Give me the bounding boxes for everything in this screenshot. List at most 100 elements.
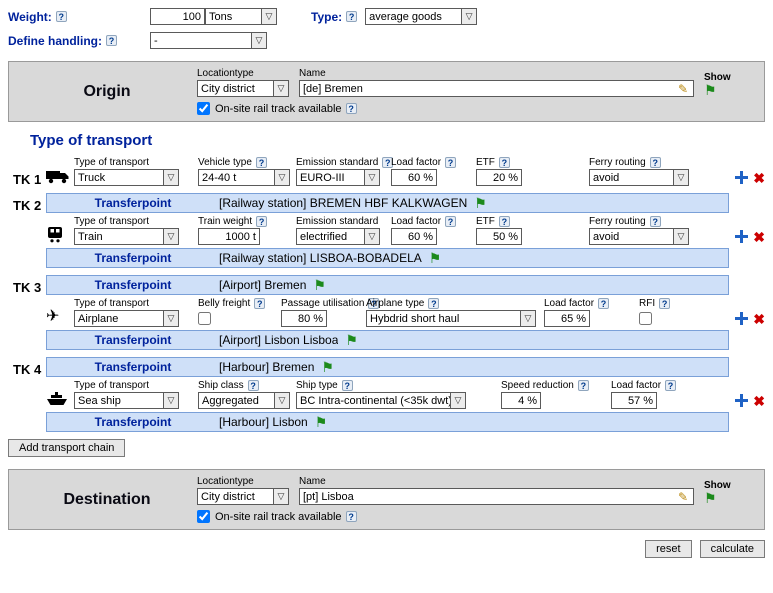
airplane-icon: ✈ (46, 309, 74, 327)
calculate-button[interactable]: calculate (700, 540, 765, 558)
tk1-type-of-transport-select[interactable]: Truck▽ (74, 169, 179, 186)
origin-locationtype-select[interactable]: City district ▽ (197, 80, 289, 97)
origin-rail-track-checkbox[interactable] (197, 102, 210, 115)
field-label: Belly freight? (198, 298, 281, 309)
destination-rail-track-label: On-site rail track available (215, 511, 342, 523)
show-on-map-flag-icon[interactable]: ⚑ (704, 83, 717, 97)
help-icon[interactable]: ? (659, 298, 670, 309)
tk2-load-factor-input[interactable]: 60% (391, 228, 437, 245)
help-icon[interactable]: ? (578, 380, 589, 391)
show-on-map-flag-icon[interactable]: ⚑ (321, 360, 334, 374)
goods-type-select[interactable]: average goods ▽ (365, 8, 477, 25)
tk3-passage-utilisation-input[interactable]: 80% (281, 310, 327, 327)
tk4-ship-type-select[interactable]: BC Intra-continental (<35k dwt)▽ (296, 392, 466, 409)
tk2-emission-standard-select[interactable]: electrified▽ (296, 228, 380, 245)
delete-chain-icon[interactable]: ✖ (753, 230, 765, 244)
field-label: Load factor? (544, 298, 639, 309)
origin-name-field[interactable] (303, 83, 676, 95)
show-on-map-flag-icon[interactable]: ⚑ (315, 415, 328, 429)
transferpoint-value: [Harbour] Bremen (219, 360, 314, 374)
delete-chain-icon[interactable]: ✖ (753, 312, 765, 326)
help-icon[interactable]: ? (346, 11, 357, 22)
help-icon[interactable]: ? (346, 511, 357, 522)
add-leg-icon[interactable] (734, 170, 749, 185)
delete-chain-icon[interactable]: ✖ (753, 394, 765, 408)
add-leg-icon[interactable] (734, 393, 749, 408)
tk4-type-of-transport-select[interactable]: Sea ship▽ (74, 392, 179, 409)
help-icon[interactable]: ? (56, 11, 67, 22)
show-on-map-flag-icon[interactable]: ⚑ (704, 491, 717, 505)
help-icon[interactable]: ? (665, 380, 676, 391)
tk2-ferry-routing-select[interactable]: avoid▽ (589, 228, 689, 245)
field-label: Passage utilisation? (281, 298, 366, 309)
help-icon[interactable]: ? (650, 157, 661, 168)
weight-unit-select[interactable]: Tons ▽ (205, 8, 277, 25)
field-label: Ferry routing? (589, 157, 696, 168)
tk3-airplane-type-select[interactable]: Hybdrid short haul▽ (366, 310, 536, 327)
add-leg-icon[interactable] (734, 311, 749, 326)
help-icon[interactable]: ? (499, 157, 510, 168)
show-on-map-flag-icon[interactable]: ⚑ (313, 278, 326, 292)
help-icon[interactable]: ? (650, 216, 661, 227)
locationtype-label: Locationtype (197, 476, 289, 487)
tk1-ferry-routing-select[interactable]: avoid▽ (589, 169, 689, 186)
field-label: Emission standard? (296, 157, 391, 168)
define-handling-label-text: Define handling: (8, 34, 102, 48)
origin-rail-track-label: On-site rail track available (215, 103, 342, 115)
add-transport-chain-button[interactable]: Add transport chain (8, 439, 125, 457)
tk4-ship-class-select[interactable]: Aggregated▽ (198, 392, 290, 409)
tk2-type-of-transport-select[interactable]: Train▽ (74, 228, 179, 245)
chevron-down-icon: ▽ (273, 81, 288, 96)
edit-pencil-icon[interactable]: ✎ (676, 82, 690, 96)
origin-name-input[interactable]: ✎ (299, 80, 694, 97)
help-icon[interactable]: ? (248, 380, 259, 391)
help-icon[interactable]: ? (428, 298, 439, 309)
transport-chain-2: TK 2 Transferpoint [Railway station] BRE… (8, 193, 765, 268)
help-icon[interactable]: ? (598, 298, 609, 309)
destination-name-field[interactable] (303, 491, 676, 503)
destination-title: Destination (17, 491, 197, 509)
help-icon[interactable]: ? (346, 103, 357, 114)
tk2-train-weight-input[interactable]: 1000 t (198, 228, 260, 245)
tk1-vehicle-type-select[interactable]: 24-40 t▽ (198, 169, 290, 186)
show-on-map-flag-icon[interactable]: ⚑ (429, 251, 442, 265)
help-icon[interactable]: ? (445, 157, 456, 168)
tk1-etf-input[interactable]: 20% (476, 169, 522, 186)
chevron-down-icon: ▽ (163, 311, 178, 326)
help-icon[interactable]: ? (254, 298, 265, 309)
tk4-speed-reduction-input[interactable]: 4% (501, 392, 541, 409)
weight-input[interactable] (150, 8, 205, 25)
tk2-etf-input[interactable]: 50% (476, 228, 522, 245)
destination-name-input[interactable]: ✎ (299, 488, 694, 505)
define-handling-label: Define handling: ? (8, 34, 150, 48)
help-icon[interactable]: ? (342, 380, 353, 391)
destination-locationtype-select[interactable]: City district ▽ (197, 488, 289, 505)
tk3-rfi-checkbox[interactable] (639, 312, 652, 325)
weight-input-field[interactable] (154, 11, 201, 23)
help-icon[interactable]: ? (445, 216, 456, 227)
show-on-map-flag-icon[interactable]: ⚑ (474, 196, 487, 210)
field-label: Type of transport (74, 157, 198, 168)
add-leg-icon[interactable] (734, 229, 749, 244)
field-label: RFI? (639, 298, 699, 309)
reset-button[interactable]: reset (645, 540, 691, 558)
delete-chain-icon[interactable]: ✖ (753, 171, 765, 185)
tk3-belly-freight-checkbox[interactable] (198, 312, 211, 325)
edit-pencil-icon[interactable]: ✎ (676, 490, 690, 504)
define-handling-select[interactable]: - ▽ (150, 32, 267, 49)
help-icon[interactable]: ? (256, 216, 267, 227)
chevron-down-icon: ▽ (274, 170, 289, 185)
tk4-load-factor-input[interactable]: 57% (611, 392, 657, 409)
tk1-load-factor-input[interactable]: 60% (391, 169, 437, 186)
help-icon[interactable]: ? (499, 216, 510, 227)
help-icon[interactable]: ? (106, 35, 117, 46)
help-icon[interactable]: ? (256, 157, 267, 168)
field-label: Train weight? (198, 216, 296, 227)
show-on-map-flag-icon[interactable]: ⚑ (345, 333, 358, 347)
tk3-load-factor-input[interactable]: 65% (544, 310, 590, 327)
name-label: Name (299, 476, 694, 487)
chevron-down-icon: ▽ (461, 9, 476, 24)
destination-rail-track-checkbox[interactable] (197, 510, 210, 523)
tk1-emission-standard-select[interactable]: EURO-III▽ (296, 169, 380, 186)
tk3-type-of-transport-select[interactable]: Airplane▽ (74, 310, 179, 327)
